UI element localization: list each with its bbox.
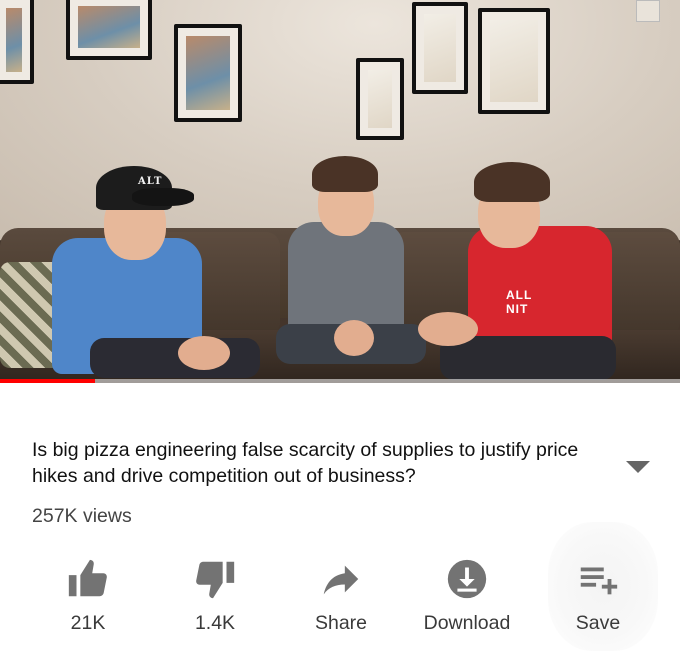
save-button[interactable]: Save (538, 550, 658, 645)
wall-frame (412, 2, 468, 94)
video-progress-bar[interactable] (0, 379, 680, 383)
video-progress-fill (0, 379, 96, 383)
share-arrow-icon (318, 556, 364, 602)
wall-frame (0, 0, 34, 84)
save-label: Save (575, 612, 621, 634)
download-icon (444, 556, 490, 602)
wall-frame (356, 58, 404, 140)
share-label: Share (314, 612, 368, 634)
dislike-button[interactable]: 1.4K (155, 550, 275, 645)
wall-frame (174, 24, 242, 122)
share-button[interactable]: Share (281, 550, 401, 645)
view-count: 257K views (32, 505, 132, 527)
dislike-count: 1.4K (194, 612, 236, 634)
video-title: Is big pizza engineering false scarcity … (32, 439, 579, 487)
action-bar: 21K 1.4K Share Download Save (0, 550, 680, 650)
shirt-logo-text: ALL NIT (506, 288, 533, 316)
download-button[interactable]: Download (407, 550, 527, 645)
video-player[interactable]: ALT ALL NIT (0, 0, 680, 383)
playlist-add-icon (575, 556, 621, 602)
like-count: 21K (70, 612, 106, 634)
cap-logo-text: ALT (138, 176, 163, 187)
thumbs-up-icon (65, 556, 111, 602)
thumbs-down-icon (192, 556, 238, 602)
chevron-down-icon[interactable] (626, 460, 650, 476)
like-button[interactable]: 21K (28, 550, 148, 645)
download-label: Download (423, 612, 511, 634)
wall-frame (478, 8, 550, 114)
wall-frame (66, 0, 152, 60)
wall-outlet (636, 0, 660, 22)
